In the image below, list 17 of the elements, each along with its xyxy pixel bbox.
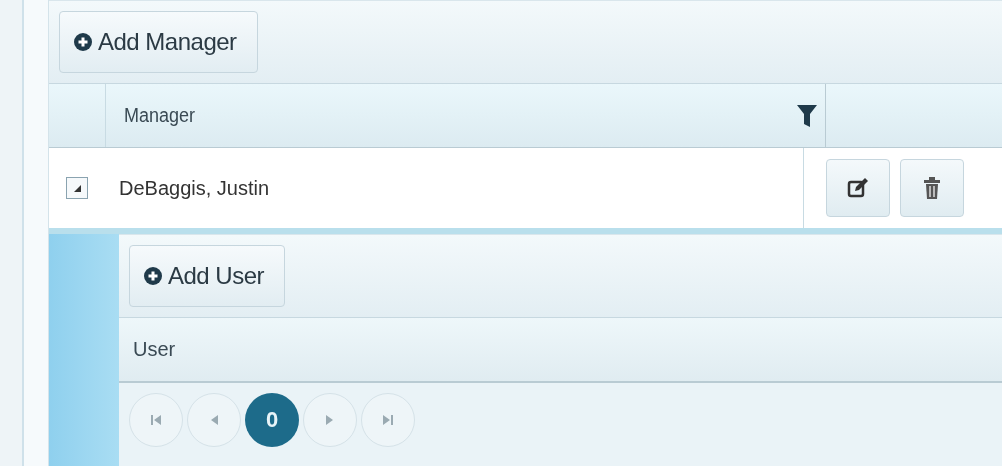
add-user-button[interactable]: Add User	[129, 245, 286, 307]
delete-button[interactable]	[900, 159, 964, 217]
add-manager-button[interactable]: Add Manager	[59, 11, 258, 73]
triangle-icon	[72, 183, 82, 193]
expand-toggle[interactable]	[66, 177, 88, 199]
plus-icon	[74, 33, 92, 51]
edit-button[interactable]	[826, 159, 890, 217]
last-page-icon	[382, 414, 394, 426]
page-button[interactable]: 0	[245, 393, 299, 447]
column-header: Manager	[124, 104, 196, 127]
filter-icon[interactable]	[797, 104, 817, 127]
column-header: User	[133, 338, 176, 361]
first-page-icon	[150, 414, 162, 426]
edit-icon	[847, 177, 869, 199]
trash-icon	[923, 177, 941, 199]
plus-icon	[144, 267, 162, 285]
manager-name: DeBaggis, Justin	[119, 176, 270, 200]
